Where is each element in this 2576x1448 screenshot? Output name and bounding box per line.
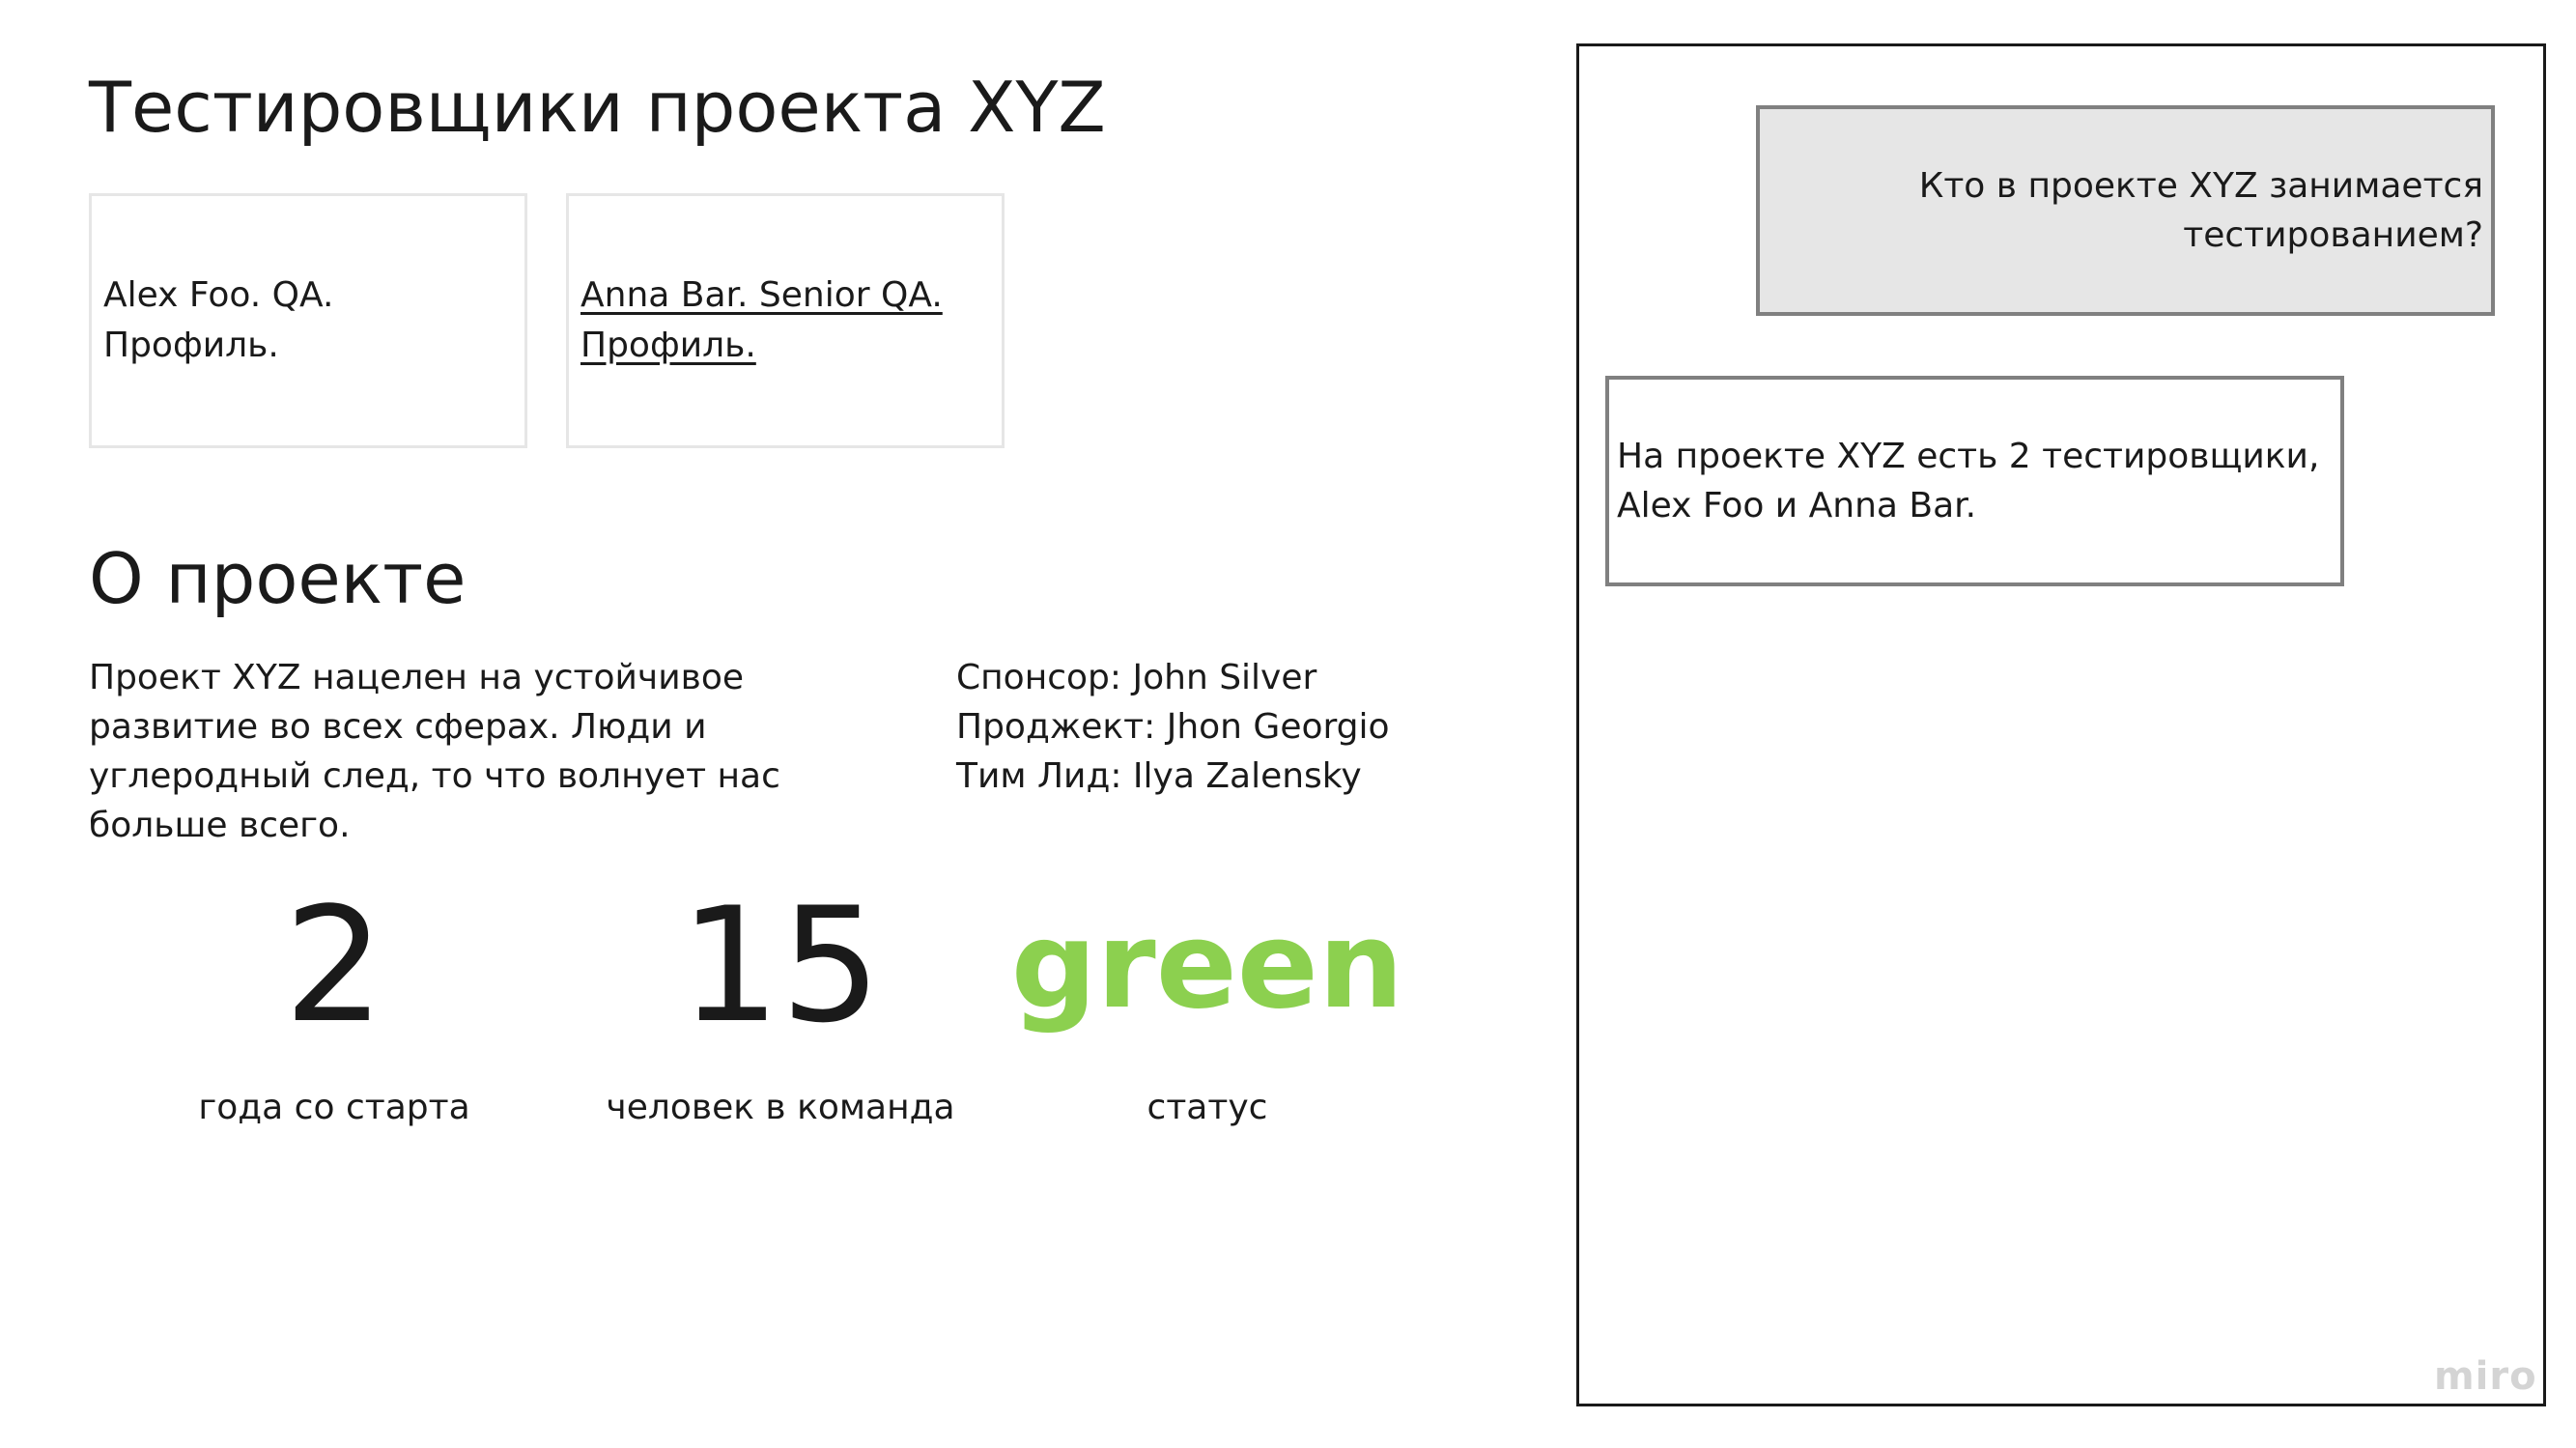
tester-profile-link[interactable]: Anna Bar. Senior QA. Профиль. [580,270,990,371]
status-value: green [1010,896,1404,1036]
role-project-manager: Проджект: Jhon Georgio [956,707,1390,747]
chat-question-bubble: Кто в проекте XYZ занимается тестировани… [1756,105,2495,316]
project-roles: Спонсор: John Silver Проджект: Jhon Geor… [956,653,1497,801]
miro-watermark: miro [2434,1354,2537,1399]
page-title: Тестировщики проекта XYZ [89,67,1106,148]
role-team-lead: Тим Лид: Ilya Zalensky [956,756,1362,796]
board-canvas: Тестировщики проекта XYZ Alex Foo. QA. П… [0,0,2576,1448]
project-description: Проект XYZ нацелен на устойчивое развити… [89,658,780,845]
tester-card-label: Alex Foo. QA. Профиль. [103,275,334,365]
chat-answer-bubble: На проекте XYZ есть 2 тестировщики, Alex… [1605,376,2344,586]
tester-card-alex-foo: Alex Foo. QA. Профиль. [89,193,527,448]
stat-team-size: 15 человек в команда [568,869,993,1132]
stat-years: 2 года со старта [122,869,547,1132]
chat-question-text: Кто в проекте XYZ занимается тестировани… [1918,166,2483,255]
stat-label: человек в команда [606,1088,955,1127]
stat-label: года со старта [198,1088,470,1127]
stat-value: 2 [283,873,385,1058]
stat-label: статус [1146,1088,1268,1127]
tester-card-anna-bar[interactable]: Anna Bar. Senior QA. Профиль. [566,193,1005,448]
chat-answer-text: На проекте XYZ есть 2 тестировщики, Alex… [1617,437,2320,525]
about-section-title: О проекте [89,538,467,619]
stat-value: 15 [679,873,882,1058]
role-sponsor: Спонсор: John Silver [956,658,1317,697]
stat-status: green статус [995,869,1420,1132]
